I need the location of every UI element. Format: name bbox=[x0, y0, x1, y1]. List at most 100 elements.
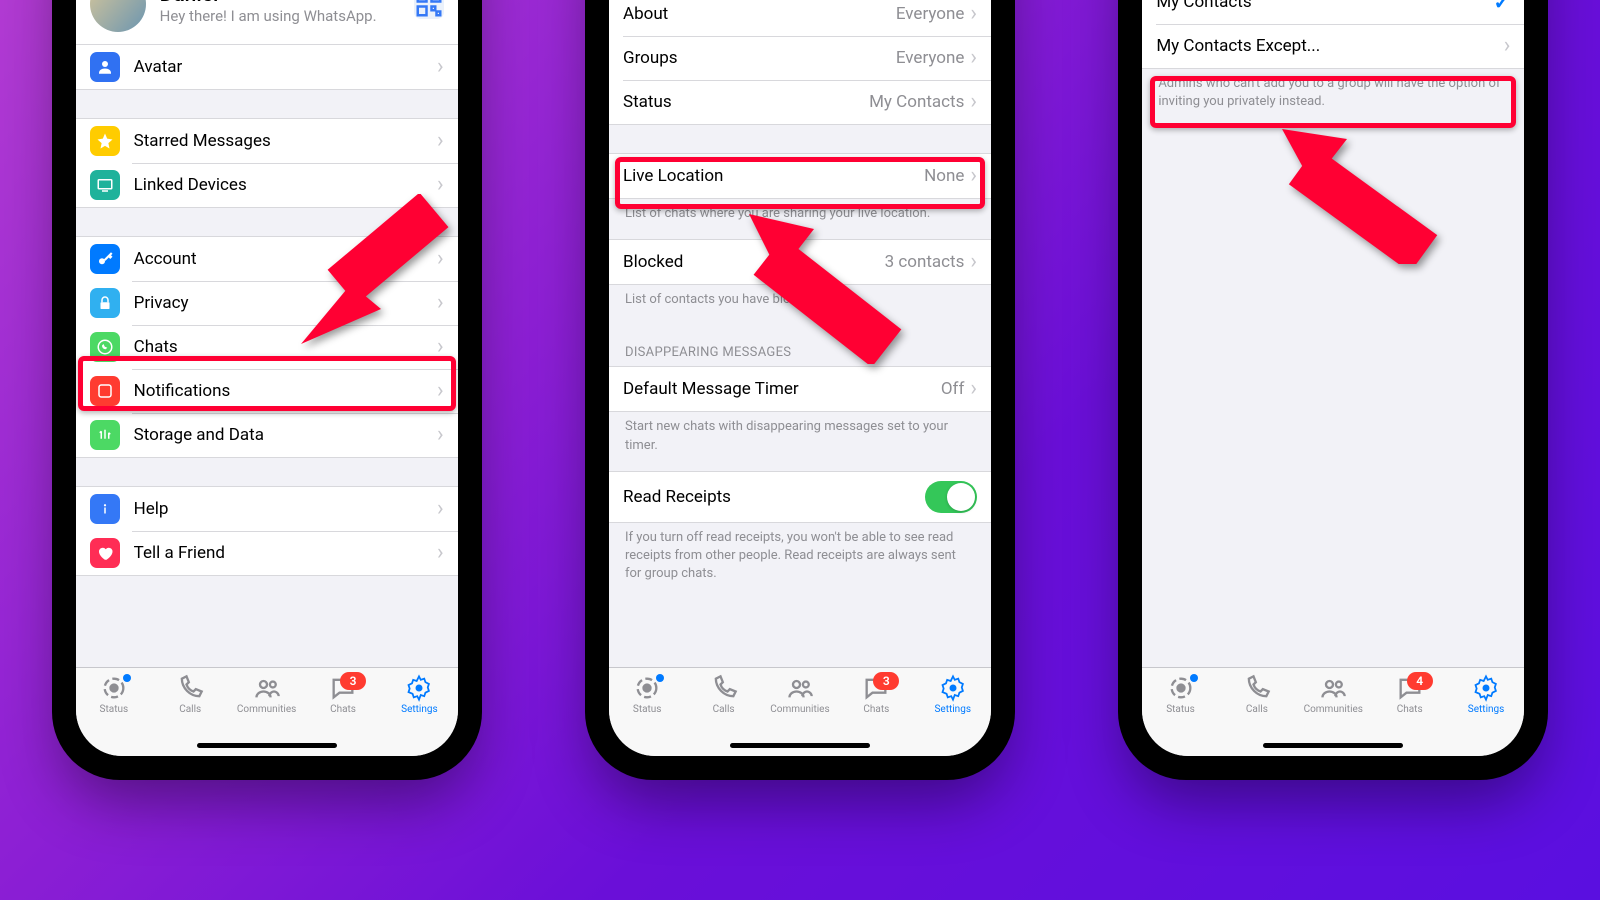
live-location-value: None bbox=[924, 166, 964, 186]
disappearing-header: DISAPPEARING MESSAGES bbox=[609, 325, 991, 366]
chevron-right-icon: › bbox=[437, 292, 444, 314]
privacy-group-1: Last Seen & OnlineEveryone› Profile Phot… bbox=[609, 0, 991, 125]
help-row[interactable]: Help › bbox=[76, 487, 458, 531]
tab-communities-label: Communities bbox=[237, 704, 296, 715]
status-dot bbox=[1190, 674, 1198, 682]
settings-group-2: Starred Messages › Linked Devices › bbox=[76, 118, 458, 208]
status-label: Status bbox=[623, 92, 869, 112]
tab-settings-label: Settings bbox=[934, 704, 971, 715]
profile-status: Hey there! I am using WhatsApp. bbox=[160, 7, 414, 25]
chevron-right-icon: › bbox=[437, 174, 444, 196]
tell-friend-row[interactable]: Tell a Friend › bbox=[76, 531, 458, 575]
storage-label: Storage and Data bbox=[134, 425, 437, 445]
starred-row[interactable]: Starred Messages › bbox=[76, 119, 458, 163]
groups-value: Everyone bbox=[896, 48, 965, 68]
chats-label: Chats bbox=[134, 337, 437, 357]
tab-status[interactable]: Status bbox=[79, 674, 149, 756]
info-icon bbox=[90, 494, 120, 524]
privacy-group-5: Read Receipts bbox=[609, 471, 991, 523]
starred-label: Starred Messages bbox=[134, 131, 437, 151]
settings-group-3: Account › Privacy › Chats › bbox=[76, 236, 458, 458]
groups-scroll[interactable]: WHO CAN ADD ME TO GROUPS Everyone My Con… bbox=[1142, 0, 1524, 674]
option-except-label: My Contacts Except... bbox=[1156, 36, 1503, 56]
option-except-row[interactable]: My Contacts Except...› bbox=[1142, 24, 1524, 68]
linked-devices-icon bbox=[90, 170, 120, 200]
tab-status[interactable]: Status bbox=[1146, 674, 1216, 756]
chevron-right-icon: › bbox=[437, 336, 444, 358]
key-icon bbox=[90, 244, 120, 274]
qr-code-button[interactable] bbox=[414, 0, 444, 19]
live-location-row[interactable]: Live LocationNone› bbox=[609, 154, 991, 198]
avatar-label: Avatar bbox=[134, 57, 437, 77]
option-my-contacts-label: My Contacts bbox=[1156, 0, 1493, 12]
chevron-right-icon: › bbox=[437, 498, 444, 520]
read-receipts-toggle[interactable] bbox=[925, 481, 977, 513]
privacy-row[interactable]: Privacy › bbox=[76, 281, 458, 325]
account-label: Account bbox=[134, 249, 437, 269]
tab-communities-label: Communities bbox=[770, 704, 829, 715]
help-label: Help bbox=[134, 499, 437, 519]
groups-row[interactable]: GroupsEveryone› bbox=[609, 36, 991, 80]
chevron-right-icon: › bbox=[970, 3, 977, 25]
tab-settings-label: Settings bbox=[401, 704, 438, 715]
chevron-right-icon: › bbox=[437, 56, 444, 78]
default-timer-row[interactable]: Default Message TimerOff› bbox=[609, 367, 991, 411]
tab-settings[interactable]: Settings bbox=[1451, 674, 1521, 756]
status-dot bbox=[656, 674, 664, 682]
chats-row[interactable]: Chats › bbox=[76, 325, 458, 369]
profile-row[interactable]: Daniel Hey there! I am using WhatsApp. bbox=[76, 0, 458, 44]
chevron-right-icon: › bbox=[970, 165, 977, 187]
blocked-value: 3 contacts bbox=[885, 252, 965, 272]
blocked-row[interactable]: Blocked3 contacts› bbox=[609, 240, 991, 284]
storage-row[interactable]: Storage and Data › bbox=[76, 413, 458, 457]
chevron-right-icon: › bbox=[437, 130, 444, 152]
avatar-row[interactable]: Avatar › bbox=[76, 44, 458, 90]
privacy-group-2: Live LocationNone› bbox=[609, 153, 991, 199]
groups-footer: Admins who can't add you to a group will… bbox=[1142, 69, 1524, 127]
status-row[interactable]: StatusMy Contacts› bbox=[609, 80, 991, 124]
default-timer-value: Off bbox=[941, 379, 965, 399]
phone-screen-3: WHO CAN ADD ME TO GROUPS Everyone My Con… bbox=[1142, 0, 1524, 756]
avatar-image bbox=[90, 0, 146, 32]
chevron-right-icon: › bbox=[970, 251, 977, 273]
privacy-scroll[interactable]: Last Seen & OnlineEveryone› Profile Phot… bbox=[609, 0, 991, 674]
home-indicator bbox=[1263, 743, 1403, 748]
tab-status[interactable]: Status bbox=[612, 674, 682, 756]
groups-option-list: Everyone My Contacts✓ My Contacts Except… bbox=[1142, 0, 1524, 69]
tab-status-label: Status bbox=[1166, 704, 1195, 715]
tab-calls-label: Calls bbox=[179, 704, 201, 715]
read-receipts-row[interactable]: Read Receipts bbox=[609, 472, 991, 522]
blocked-label: Blocked bbox=[623, 252, 885, 272]
tab-chats-label: Chats bbox=[1397, 704, 1423, 715]
read-receipts-label: Read Receipts bbox=[623, 487, 925, 507]
phone-screen-2: Last Seen & OnlineEveryone› Profile Phot… bbox=[609, 0, 991, 756]
phone-frame-1: Settings Daniel Hey there! I am using Wh… bbox=[62, 0, 472, 770]
chevron-right-icon: › bbox=[1504, 35, 1511, 57]
about-row[interactable]: AboutEveryone› bbox=[609, 0, 991, 36]
tab-settings[interactable]: Settings bbox=[384, 674, 454, 756]
notifications-row[interactable]: Notifications › bbox=[76, 369, 458, 413]
phone-frame-3: WHO CAN ADD ME TO GROUPS Everyone My Con… bbox=[1128, 0, 1538, 770]
chevron-right-icon: › bbox=[437, 380, 444, 402]
option-my-contacts-row[interactable]: My Contacts✓ bbox=[1142, 0, 1524, 24]
chevron-right-icon: › bbox=[437, 248, 444, 270]
status-value: My Contacts bbox=[869, 92, 964, 112]
avatar-icon bbox=[90, 52, 120, 82]
settings-scroll[interactable]: Settings Daniel Hey there! I am using Wh… bbox=[76, 0, 458, 674]
whatsapp-icon bbox=[90, 332, 120, 362]
tab-status-label: Status bbox=[633, 704, 662, 715]
lock-icon bbox=[90, 288, 120, 318]
tab-communities-label: Communities bbox=[1304, 704, 1363, 715]
profile-name: Daniel bbox=[160, 0, 414, 7]
chevron-right-icon: › bbox=[437, 542, 444, 564]
home-indicator bbox=[730, 743, 870, 748]
tab-settings[interactable]: Settings bbox=[918, 674, 988, 756]
linked-row[interactable]: Linked Devices › bbox=[76, 163, 458, 207]
blocked-footer: List of contacts you have blocked. bbox=[609, 285, 991, 325]
heart-icon bbox=[90, 538, 120, 568]
phone-screen-1: Settings Daniel Hey there! I am using Wh… bbox=[76, 0, 458, 756]
linked-label: Linked Devices bbox=[134, 175, 437, 195]
account-row[interactable]: Account › bbox=[76, 237, 458, 281]
default-timer-label: Default Message Timer bbox=[623, 379, 941, 399]
gradient-background: Settings Daniel Hey there! I am using Wh… bbox=[0, 0, 1600, 900]
